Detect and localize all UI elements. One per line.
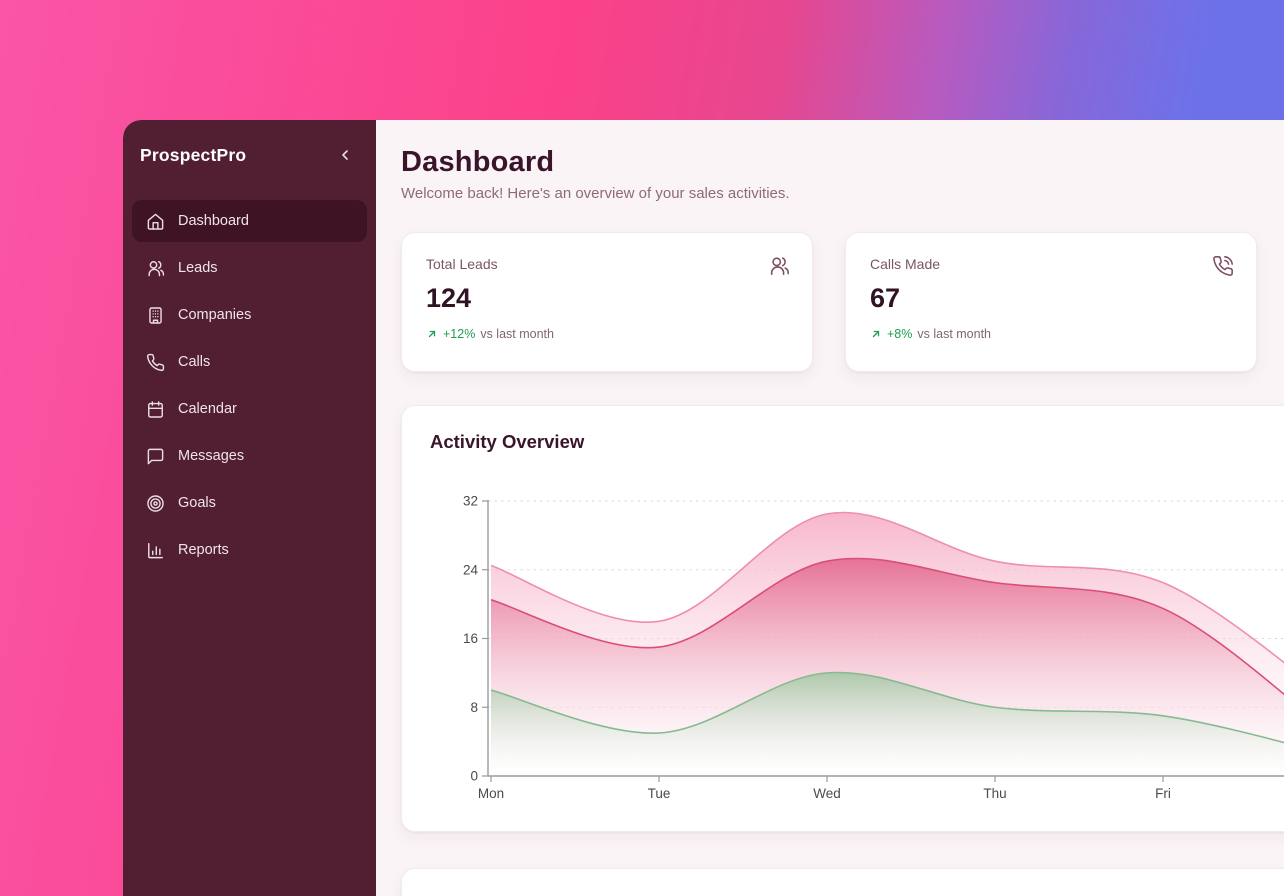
sidebar-item-label: Calendar bbox=[178, 401, 237, 417]
chevron-left-icon bbox=[337, 147, 353, 163]
stats-row: Total Leads124+12%vs last monthCalls Mad… bbox=[401, 232, 1284, 372]
brand-logo: ProspectPro bbox=[140, 145, 246, 166]
sidebar-item-companies[interactable]: Companies bbox=[132, 294, 367, 336]
app-window: ProspectPro Dashboard Leads Companies Calls… bbox=[123, 120, 1284, 896]
sidebar-item-dashboard[interactable]: Dashboard bbox=[132, 200, 367, 242]
stat-value: 67 bbox=[870, 283, 1232, 314]
stat-label: Total Leads bbox=[426, 256, 788, 272]
users-icon bbox=[146, 259, 165, 278]
sidebar-item-label: Messages bbox=[178, 448, 244, 464]
svg-text:Mon: Mon bbox=[478, 786, 504, 801]
sidebar-item-goals[interactable]: Goals bbox=[132, 482, 367, 524]
bar-chart-icon bbox=[146, 541, 165, 560]
svg-text:Thu: Thu bbox=[983, 786, 1006, 801]
phone-call-icon bbox=[1212, 255, 1234, 282]
sidebar-item-label: Leads bbox=[178, 260, 218, 276]
svg-text:32: 32 bbox=[463, 494, 478, 509]
svg-text:24: 24 bbox=[463, 562, 479, 577]
stat-trend: +12% vs last month bbox=[426, 327, 788, 341]
sidebar-nav: Dashboard Leads Companies Calls Calendar Mess… bbox=[123, 200, 376, 576]
sidebar-item-calls[interactable]: Calls bbox=[132, 341, 367, 383]
activity-overview-card: Activity Overview 0 8 16 24 32 Mon Tue Wed Thu Fr… bbox=[401, 405, 1284, 832]
svg-text:Tue: Tue bbox=[648, 786, 671, 801]
page-title: Dashboard bbox=[401, 146, 1284, 179]
sidebar-header: ProspectPro bbox=[123, 144, 376, 166]
page-subtitle: Welcome back! Here's an overview of your… bbox=[401, 185, 1284, 202]
sidebar-collapse-button[interactable] bbox=[334, 144, 356, 166]
svg-text:0: 0 bbox=[470, 769, 478, 784]
svg-text:Wed: Wed bbox=[813, 786, 841, 801]
stat-trend: +8% vs last month bbox=[870, 327, 1232, 341]
svg-text:16: 16 bbox=[463, 631, 478, 646]
trend-suffix: vs last month bbox=[917, 327, 991, 341]
svg-text:Fri: Fri bbox=[1155, 786, 1171, 801]
partial-card-below bbox=[401, 868, 1284, 896]
svg-text:8: 8 bbox=[470, 700, 478, 715]
sidebar-item-label: Goals bbox=[178, 495, 216, 511]
stat-label: Calls Made bbox=[870, 256, 1232, 272]
stat-value: 124 bbox=[426, 283, 788, 314]
trend-percent: +8% bbox=[887, 327, 912, 341]
stat-card-total-leads: Total Leads 124 +12% vs last month bbox=[401, 232, 813, 372]
sidebar-item-label: Calls bbox=[178, 354, 210, 370]
sidebar-item-leads[interactable]: Leads bbox=[132, 247, 367, 289]
phone-icon bbox=[146, 353, 165, 372]
sidebar-item-calendar[interactable]: Calendar bbox=[132, 388, 367, 430]
chart-title: Activity Overview bbox=[430, 431, 584, 453]
trend-suffix: vs last month bbox=[480, 327, 554, 341]
sidebar-item-label: Companies bbox=[178, 307, 251, 323]
activity-area-chart: 0 8 16 24 32 Mon Tue Wed Thu Fri bbox=[402, 494, 1284, 829]
calendar-icon bbox=[146, 400, 165, 419]
main-content: Dashboard Welcome back! Here's an overvi… bbox=[376, 120, 1284, 896]
arrow-up-right-icon bbox=[870, 328, 882, 340]
message-square-icon bbox=[146, 447, 165, 466]
sidebar-item-label: Reports bbox=[178, 542, 229, 558]
home-icon bbox=[146, 212, 165, 231]
sidebar-item-label: Dashboard bbox=[178, 213, 249, 229]
trend-percent: +12% bbox=[443, 327, 475, 341]
sidebar-item-messages[interactable]: Messages bbox=[132, 435, 367, 477]
users-icon bbox=[768, 255, 790, 282]
sidebar: ProspectPro Dashboard Leads Companies Calls… bbox=[123, 120, 376, 896]
sidebar-item-reports[interactable]: Reports bbox=[132, 529, 367, 571]
building-icon bbox=[146, 306, 165, 325]
target-icon bbox=[146, 494, 165, 513]
arrow-up-right-icon bbox=[426, 328, 438, 340]
stat-card-calls-made: Calls Made 67 +8% vs last month bbox=[845, 232, 1257, 372]
